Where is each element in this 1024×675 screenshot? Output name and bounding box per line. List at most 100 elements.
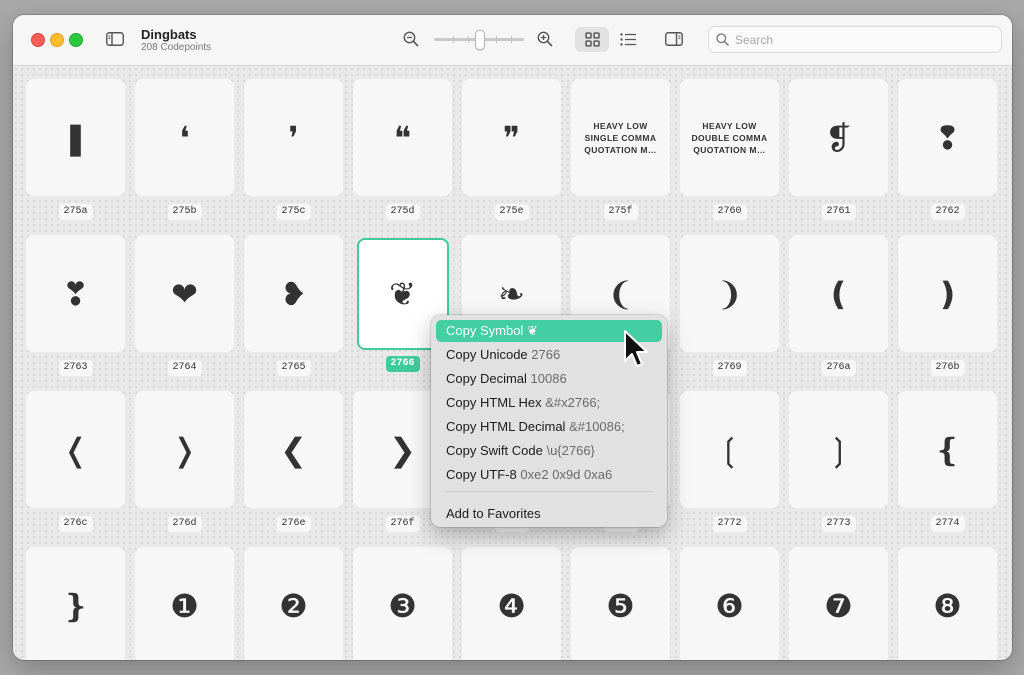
menu-separator	[445, 491, 653, 492]
menu-item-label: Copy HTML Decimal	[446, 419, 566, 434]
minimize-window-button[interactable]	[50, 33, 64, 47]
glyph-cell[interactable]: ❢ 2762	[898, 79, 997, 220]
menu-item-text: Copy HTML Decimal &#10086;	[446, 419, 625, 434]
glyph-cell[interactable]: ❫ 276b	[898, 235, 997, 376]
codepoint-label: 276e	[276, 516, 311, 532]
glyph-cell[interactable]: ❞ 275e	[462, 79, 561, 220]
glyph-cell[interactable]: ❮ 276e	[244, 391, 343, 532]
menu-item-copy-utf-8[interactable]: Copy UTF-8 0xe2 0x9d 0xa6	[436, 464, 662, 486]
glyph-symbol: ❪	[825, 274, 852, 313]
glyph-cell[interactable]: ❷2777	[244, 547, 343, 660]
glyph-cell[interactable]: ❝ 275d	[353, 79, 452, 220]
codepoint-label: 276a	[821, 360, 856, 376]
glyph-symbol: ❥	[280, 274, 307, 313]
codepoint-label: 2769	[712, 360, 747, 376]
glyph-cell[interactable]: ❭ 276d	[135, 391, 234, 532]
codepoint-count: 208 Codepoints	[141, 42, 212, 53]
glyph-symbol: ❬	[62, 430, 89, 469]
glyph-symbol: ❺	[606, 586, 635, 625]
codepoint-label: 276c	[58, 516, 93, 532]
menu-item-copy-html-hex[interactable]: Copy HTML Hex &#x2766;	[436, 392, 662, 414]
glyph-cell[interactable]: ❜ 275c	[244, 79, 343, 220]
codepoint-label: 275d	[385, 204, 420, 220]
menu-item-copy-html-decimal[interactable]: Copy HTML Decimal &#10086;	[436, 416, 662, 438]
glyph-symbol: ❲	[716, 430, 743, 469]
glyph-cell[interactable]: ❵2775	[26, 547, 125, 660]
menu-item-text: Copy UTF-8 0xe2 0x9d 0xa6	[446, 467, 612, 482]
codepoint-label: 2763	[58, 360, 93, 376]
grid-view-icon[interactable]	[582, 30, 602, 49]
menu-item-value: \u{2766}	[546, 443, 595, 458]
glyph-cell[interactable]: HEAVY LOW SINGLE COMMA QUOTATION M… 275f	[571, 79, 670, 220]
glyph-cell[interactable]: ❚ 275a	[26, 79, 125, 220]
glyph-cell[interactable]: ❥ 2765	[244, 235, 343, 376]
zoom-in-icon[interactable]	[535, 29, 555, 49]
glyph-symbol: ❡	[825, 118, 852, 157]
glyph-cell[interactable]: ❴ 2774	[898, 391, 997, 532]
menu-item-add-to-favorites[interactable]: Add to Favorites	[436, 503, 662, 525]
glyph-cell[interactable]: ❽277d	[898, 547, 997, 660]
glyph-symbol: ❻	[715, 586, 744, 625]
zoom-slider-tick	[496, 36, 497, 43]
glyph-cell[interactable]: ❛ 275b	[135, 79, 234, 220]
glyph-symbol: ❣	[62, 274, 89, 313]
list-view-icon[interactable]	[618, 30, 638, 49]
glyph-cell[interactable]: ❸2778	[353, 547, 452, 660]
menu-item-label: Copy Decimal	[446, 371, 527, 386]
zoom-window-button[interactable]	[69, 33, 83, 47]
menu-item-text: Copy Unicode 2766	[446, 347, 560, 362]
glyph-symbol: ❳	[825, 430, 852, 469]
menu-item-copy-swift-code[interactable]: Copy Swift Code \u{2766}	[436, 440, 662, 462]
menu-item-text: Copy Swift Code \u{2766}	[446, 443, 595, 458]
glyph-cell[interactable]: ❤ 2764	[135, 235, 234, 376]
glyph-cell[interactable]: ❼277c	[789, 547, 888, 660]
glyph-cell[interactable]: ❺277a	[571, 547, 670, 660]
inspector-icon[interactable]	[663, 30, 685, 48]
codepoint-label: 2762	[930, 204, 965, 220]
glyph-symbol: ❭	[171, 430, 198, 469]
search-icon	[715, 32, 729, 46]
mouse-pointer-icon	[624, 330, 648, 367]
menu-item-label: Copy Symbol	[446, 323, 524, 338]
codepoint-label: 2772	[712, 516, 747, 532]
glyph-cell[interactable]: ❳ 2773	[789, 391, 888, 532]
zoom-slider-thumb[interactable]	[475, 30, 485, 50]
glyph-symbol: ❝	[393, 118, 412, 157]
codepoint-label: 275c	[276, 204, 311, 220]
codepoint-label: 2773	[821, 516, 856, 532]
menu-item-value: 0xe2 0x9d 0xa6	[520, 467, 613, 482]
glyph-cell[interactable]: ❶2776	[135, 547, 234, 660]
glyph-symbol: ❜	[288, 118, 299, 157]
glyph-symbol: ❵	[62, 586, 89, 625]
sidebar-toggle-icon[interactable]	[104, 30, 126, 48]
glyph-cell[interactable]: ❬ 276c	[26, 391, 125, 532]
zoom-slider-tick	[453, 36, 454, 43]
codepoint-label: 2766	[385, 356, 420, 372]
glyph-cell[interactable]: ❲ 2772	[680, 391, 779, 532]
menu-item-value: &#10086;	[569, 419, 625, 434]
glyph-cell[interactable]: HEAVY LOW DOUBLE COMMA QUOTATION M… 2760	[680, 79, 779, 220]
glyph-cell[interactable]: ❩ 2769	[680, 235, 779, 376]
zoom-out-icon[interactable]	[401, 29, 421, 49]
menu-item-label: Copy Unicode	[446, 347, 528, 362]
glyph-cell[interactable]: ❡ 2761	[789, 79, 888, 220]
codepoint-label: 276b	[930, 360, 965, 376]
glyph-symbol: ❶	[170, 586, 199, 625]
codepoint-label: 275f	[603, 204, 638, 220]
glyph-cell[interactable]: ❪ 276a	[789, 235, 888, 376]
close-window-button[interactable]	[31, 33, 45, 47]
glyph-name-text: HEAVY LOW SINGLE COMMA QUOTATION M…	[584, 120, 657, 155]
glyph-symbol: ❷	[279, 586, 308, 625]
search-field[interactable]: Search	[708, 26, 1002, 53]
glyph-cell[interactable]: ❹2779	[462, 547, 561, 660]
glyph-cell[interactable]: ❣ 2763	[26, 235, 125, 376]
menu-item-text: Copy Symbol ❦	[446, 323, 538, 339]
menu-item-label: Copy UTF-8	[446, 467, 517, 482]
zoom-slider-tick	[468, 36, 469, 43]
glyph-symbol: ❩	[716, 274, 743, 313]
menu-item-copy-decimal[interactable]: Copy Decimal 10086	[436, 368, 662, 390]
codepoint-label: 2774	[930, 516, 965, 532]
menu-item-value: ❦	[526, 323, 538, 338]
codepoint-label: 276d	[167, 516, 202, 532]
glyph-cell[interactable]: ❻277b	[680, 547, 779, 660]
